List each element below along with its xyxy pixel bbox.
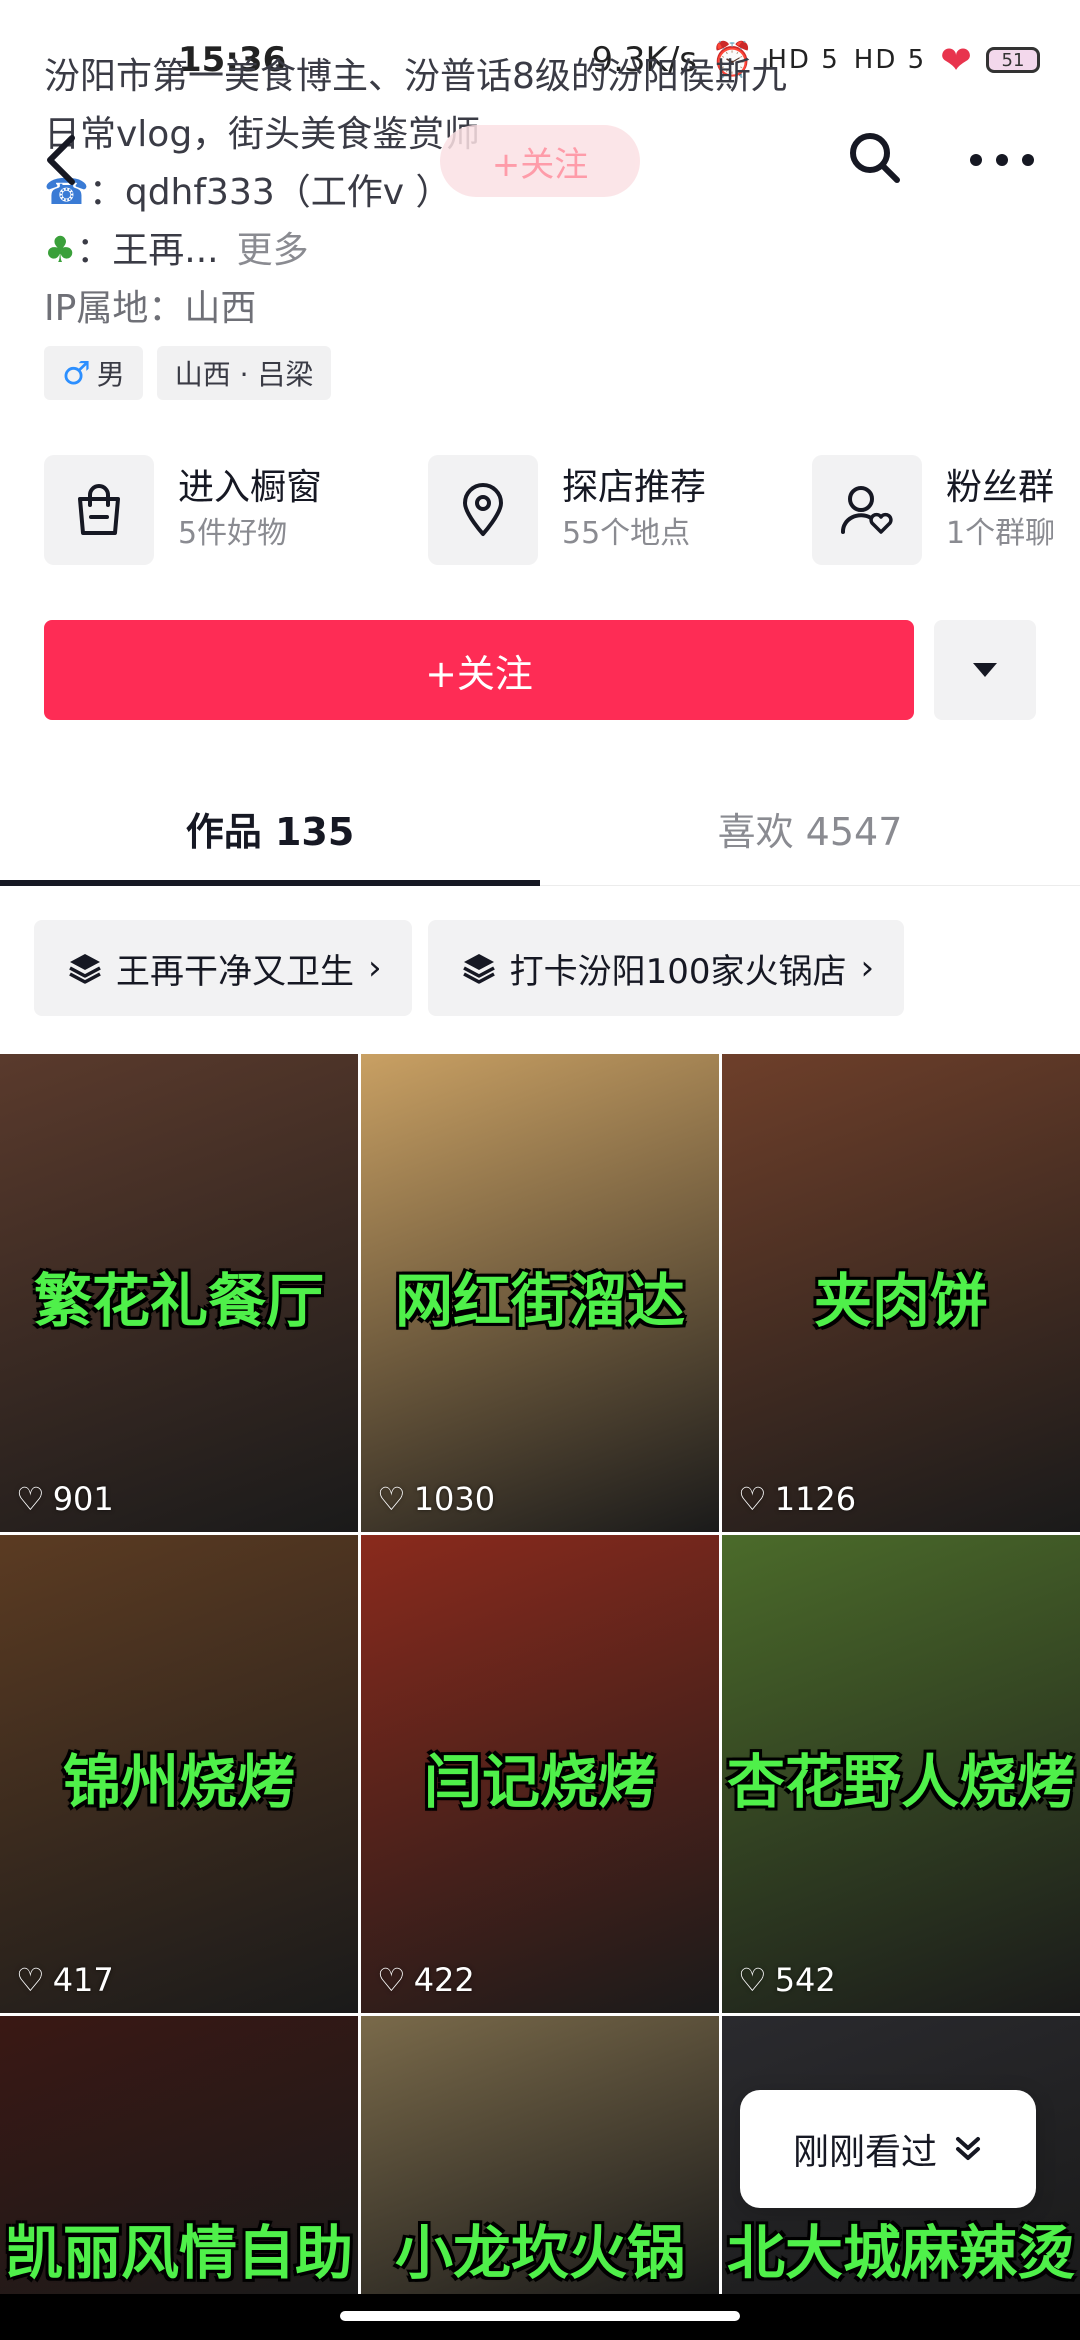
like-count: ♡ 901 <box>16 1480 114 1518</box>
heart-outline-icon: ♡ <box>16 1480 45 1518</box>
like-count: ♡ 1126 <box>738 1480 856 1518</box>
double-chevron-down-icon <box>956 2137 980 2160</box>
fan-group-icon <box>812 455 922 565</box>
more-options-button[interactable] <box>970 140 1034 180</box>
heart-outline-icon: ♡ <box>377 1961 406 1999</box>
back-arrow-icon <box>47 135 75 185</box>
tab-likes[interactable]: 喜欢 4547 <box>540 770 1080 886</box>
video-thumbnail[interactable]: 凯丽风情自助 <box>0 2016 358 2294</box>
back-button[interactable] <box>38 130 88 190</box>
video-thumbnail[interactable]: 网红街溜达 ♡ 1030 <box>361 1054 719 1532</box>
location-label: 山西 · 吕梁 <box>174 358 314 391</box>
shortcut-subtitle: 55个地点 <box>562 516 691 551</box>
shortcut-subtitle: 5件好物 <box>178 516 288 551</box>
video-caption: 凯丽风情自助 <box>4 2219 353 2287</box>
cactus-icon: ♣ <box>44 230 77 271</box>
recommend-dropdown-button[interactable] <box>934 620 1036 720</box>
recently-watched-label: 刚刚看过 <box>792 2132 937 2173</box>
layers-icon <box>69 954 101 984</box>
video-caption: 小龙坎火锅 <box>394 2219 685 2287</box>
shortcut-fan-group[interactable]: 粉丝群 1个群聊 <box>812 455 1055 565</box>
shortcut-title: 粉丝群 <box>946 467 1055 508</box>
like-count: ♡ 1030 <box>377 1480 495 1518</box>
shortcut-showcase[interactable]: 进入橱窗 5件好物 <box>44 455 322 565</box>
profile-tabs: 作品 135 喜欢 4547 <box>0 770 1080 886</box>
location-tag: 山西 · 吕梁 <box>156 346 332 400</box>
bio-more-link[interactable]: 更多 <box>237 230 309 271</box>
bio-line-4[interactable]: ♣：王再... 更多 <box>44 222 1044 280</box>
video-caption: 北大城麻辣烫 <box>726 2219 1075 2287</box>
heart-outline-icon: ♡ <box>377 1480 406 1518</box>
video-thumbnail[interactable]: 繁花礼餐厅 ♡ 901 <box>0 1054 358 1532</box>
bio-extra: ：王再... <box>76 230 219 271</box>
more-dot-icon <box>1022 154 1034 166</box>
shortcut-title: 探店推荐 <box>562 467 707 508</box>
gender-tag: ♂ 男 <box>44 346 143 400</box>
video-caption: 锦州烧烤 <box>62 1748 295 1816</box>
video-caption: 夹肉饼 <box>813 1267 988 1335</box>
heart-outline-icon: ♡ <box>738 1480 767 1518</box>
search-button[interactable] <box>845 128 905 188</box>
collection-label: 打卡汾阳100家火锅店 <box>509 951 847 992</box>
like-count-value: 901 <box>52 1480 114 1518</box>
ip-location: IP属地：山西 <box>44 288 257 329</box>
video-caption: 杏花野人烧烤 <box>726 1748 1075 1816</box>
follow-button[interactable]: +关注 <box>44 620 914 720</box>
shortcut-subtitle: 1个群聊 <box>946 516 1056 551</box>
bio-line-1: 汾阳市第一美食博主、汾普话8级的汾阳侯斯九 <box>44 56 787 97</box>
shortcut-store-visits[interactable]: 探店推荐 55个地点 <box>428 455 706 565</box>
shortcut-title: 进入橱窗 <box>178 467 323 508</box>
collection-chip[interactable]: 打卡汾阳100家火锅店 › <box>427 920 905 1016</box>
video-thumbnail[interactable]: 闫记烧烤 ♡ 422 <box>361 1535 719 2013</box>
collections-row: 王再干净又卫生 › 打卡汾阳100家火锅店 › <box>34 920 905 1016</box>
video-thumbnail[interactable]: 杏花野人烧烤 ♡ 542 <box>722 1535 1080 2013</box>
like-count-value: 422 <box>413 1961 475 1999</box>
like-count-value: 417 <box>52 1961 114 1999</box>
like-count-value: 1126 <box>774 1480 857 1518</box>
recently-watched-button[interactable]: 刚刚看过 <box>740 2090 1036 2208</box>
more-dot-icon <box>996 154 1008 166</box>
like-count-value: 542 <box>774 1961 836 1999</box>
video-thumbnail[interactable]: 小龙坎火锅 <box>361 2016 719 2294</box>
collection-label: 王再干净又卫生 <box>116 951 354 992</box>
search-icon <box>850 133 900 183</box>
video-thumbnail[interactable]: 锦州烧烤 ♡ 417 <box>0 1535 358 2013</box>
heart-outline-icon: ♡ <box>16 1961 45 1999</box>
shopping-bag-icon <box>44 455 154 565</box>
header-follow-button[interactable]: +关注 <box>440 125 640 197</box>
heart-outline-icon: ♡ <box>738 1961 767 1999</box>
caret-down-icon <box>973 663 997 677</box>
home-indicator[interactable] <box>340 2311 740 2321</box>
more-dot-icon <box>970 154 982 166</box>
video-thumbnail[interactable]: 夹肉饼 ♡ 1126 <box>722 1054 1080 1532</box>
like-count: ♡ 542 <box>738 1961 836 1999</box>
gender-label: 男 <box>96 358 125 391</box>
bio-contact: ：qdhf333（工作v ） <box>88 172 452 213</box>
chevron-right-icon: › <box>368 948 382 988</box>
collection-chip[interactable]: 王再干净又卫生 › <box>34 920 412 1016</box>
male-icon: ♂ <box>62 354 91 392</box>
profile-tags: ♂ 男 山西 · 吕梁 <box>44 346 332 400</box>
tab-works[interactable]: 作品 135 <box>0 770 540 886</box>
video-caption: 闫记烧烤 <box>423 1748 656 1816</box>
location-pin-icon <box>428 455 538 565</box>
like-count: ♡ 417 <box>16 1961 114 1999</box>
video-caption: 网红街溜达 <box>394 1267 685 1335</box>
active-tab-indicator <box>0 880 540 886</box>
layers-icon <box>462 954 495 984</box>
profile-shortcuts: 进入橱窗 5件好物 探店推荐 55个地点 粉丝群 1个群聊 <box>44 455 1080 565</box>
like-count: ♡ 422 <box>377 1961 475 1999</box>
chevron-right-icon: › <box>860 948 875 988</box>
like-count-value: 1030 <box>413 1480 496 1518</box>
video-caption: 繁花礼餐厅 <box>33 1267 324 1335</box>
